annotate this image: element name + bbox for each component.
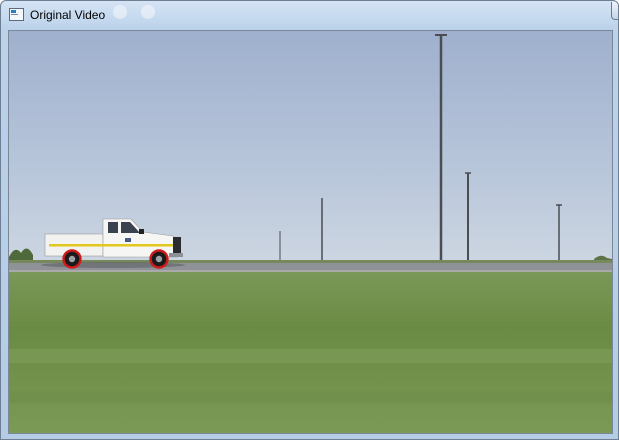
video-display-area <box>8 30 613 434</box>
window-title: Original Video <box>30 8 106 22</box>
grass-band <box>9 311 612 321</box>
application-window: Original Video ✕ <box>0 0 619 440</box>
sky <box>9 31 612 263</box>
titlebar-glare <box>113 5 127 19</box>
grass-band <box>9 391 612 403</box>
grass-band <box>9 349 612 363</box>
video-frame <box>9 31 612 433</box>
title-bar[interactable]: Original Video ✕ <box>1 1 618 30</box>
titlebar-glare <box>141 5 155 19</box>
app-window-icon[interactable] <box>9 8 24 21</box>
road-edge <box>9 270 612 272</box>
minimize-button[interactable] <box>611 2 618 20</box>
